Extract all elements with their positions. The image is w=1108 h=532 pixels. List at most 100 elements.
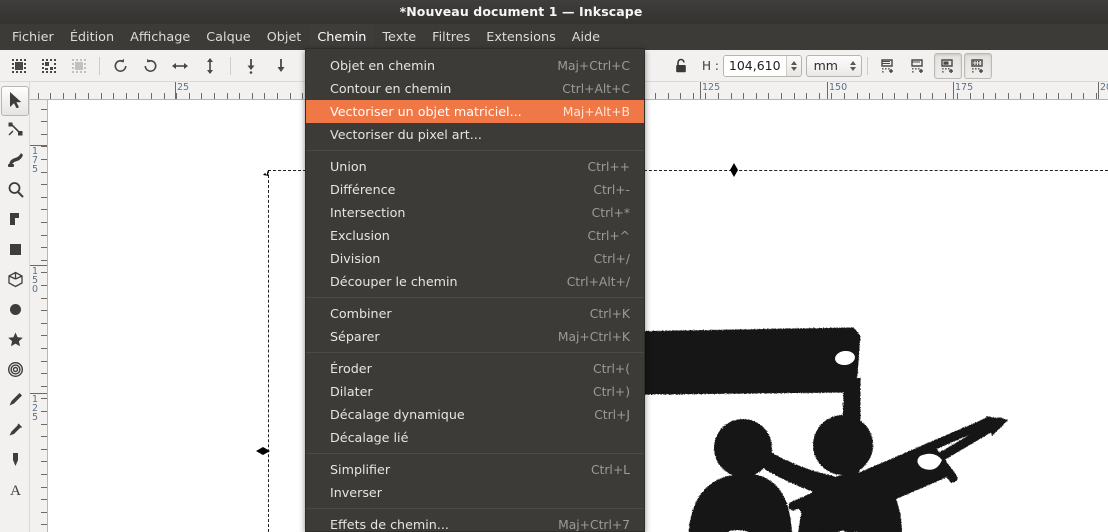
ruler-tick: [226, 93, 228, 99]
tool-bezier[interactable]: [1, 416, 29, 446]
height-value[interactable]: 104,610: [723, 55, 786, 76]
ruler-tick: [188, 93, 190, 99]
menu-combiner[interactable]: Combiner Ctrl+K: [306, 302, 644, 325]
ruler-tick: [982, 93, 984, 99]
menu-separer[interactable]: Séparer Maj+Ctrl+K: [306, 325, 644, 348]
menu-decouper-le-chemin[interactable]: Découper le chemin Ctrl+Alt+/: [306, 270, 644, 293]
height-spin-arrows[interactable]: [785, 55, 801, 76]
menu-separator: [306, 508, 644, 509]
vertical-ruler[interactable]: 175 150 125: [30, 100, 48, 532]
ruler-tick: [793, 93, 795, 99]
menu-calque[interactable]: Calque: [198, 24, 258, 50]
menu-vectoriser-pixel-art[interactable]: Vectoriser du pixel art...: [306, 123, 644, 146]
affect-stroke-icon[interactable]: [904, 53, 932, 79]
menu-item-label: Union: [330, 159, 367, 174]
ruler-tick: [100, 93, 102, 99]
ruler-tick: [239, 93, 241, 99]
ruler-tick: [1020, 93, 1022, 99]
menu-decalage-lie[interactable]: Décalage lié: [306, 426, 644, 449]
rotate-ccw-icon[interactable]: [106, 53, 134, 79]
arrow-cursor-icon: [7, 91, 24, 112]
menu-effets-de-chemin[interactable]: Effets de chemin... Maj+Ctrl+7: [306, 513, 644, 532]
tool-pencil[interactable]: [1, 386, 29, 416]
ruler-tick: [667, 93, 669, 99]
rotate-cw-icon[interactable]: [136, 53, 164, 79]
tool-measure[interactable]: [1, 206, 29, 236]
ruler-tick: [692, 93, 694, 99]
height-stepper[interactable]: 104,610: [722, 54, 802, 77]
corner-arrow-handle[interactable]: [256, 163, 272, 182]
menu-simplifier[interactable]: Simplifier Ctrl+L: [306, 458, 644, 481]
tool-3dbox[interactable]: [1, 266, 29, 296]
menu-edition[interactable]: Édition: [62, 24, 122, 50]
tool-node-editor[interactable]: [1, 116, 29, 146]
ruler-tick: [37, 93, 39, 99]
menu-item-accelerator: Maj+Ctrl+K: [557, 329, 630, 344]
menu-item-accelerator: Ctrl+*: [591, 205, 630, 220]
menu-fichier[interactable]: Fichier: [4, 24, 62, 50]
menu-dilater[interactable]: Dilater Ctrl+): [306, 380, 644, 403]
menu-chemin[interactable]: Chemin: [309, 24, 375, 50]
select-all-icon[interactable]: [5, 53, 33, 79]
menu-eroder[interactable]: Éroder Ctrl+(: [306, 357, 644, 380]
affect-transform-icon[interactable]: [874, 53, 902, 79]
window-title: *Nouveau document 1 — Inkscape: [399, 4, 643, 19]
menu-division[interactable]: Division Ctrl+/: [306, 247, 644, 270]
menu-separator: [306, 297, 644, 298]
deselect-icon[interactable]: [65, 53, 93, 79]
flip-horizontal-icon[interactable]: [166, 53, 194, 79]
menu-item-accelerator: Ctrl+/: [593, 251, 630, 266]
tool-zoom[interactable]: [1, 176, 29, 206]
menu-affichage[interactable]: Affichage: [122, 24, 198, 50]
ruler-tick: [1007, 93, 1009, 99]
menu-aide[interactable]: Aide: [564, 24, 608, 50]
menu-texte[interactable]: Texte: [374, 24, 424, 50]
menu-item-label: Effets de chemin...: [330, 517, 449, 532]
ruler-tick: [41, 184, 47, 186]
menu-objet-en-chemin[interactable]: Objet en chemin Maj+Ctrl+C: [306, 54, 644, 77]
lock-ratio-icon[interactable]: [667, 53, 695, 79]
menu-item-label: Vectoriser un objet matriciel...: [330, 104, 522, 119]
menu-decalage-dynamique[interactable]: Décalage dynamique Ctrl+J: [306, 403, 644, 426]
left-horizontal-arrow-handle[interactable]: [255, 444, 272, 461]
ruler-tick: [41, 234, 47, 236]
tool-ellipse[interactable]: [1, 296, 29, 326]
tool-calligraphy[interactable]: [1, 446, 29, 476]
menu-union[interactable]: Union Ctrl++: [306, 155, 644, 178]
ruler-tick: [970, 93, 971, 99]
ruler-tick: [768, 93, 770, 99]
menu-item-label: Simplifier: [330, 462, 391, 477]
menu-intersection[interactable]: Intersection Ctrl+*: [306, 201, 644, 224]
tool-tweak[interactable]: [1, 146, 29, 176]
menu-vectoriser-objet-matriciel[interactable]: Vectoriser un objet matriciel... Maj+Alt+…: [306, 100, 644, 123]
tool-selector[interactable]: [1, 86, 29, 116]
menu-contour-en-chemin[interactable]: Contour en chemin Ctrl+Alt+C: [306, 77, 644, 100]
unit-select[interactable]: mm: [805, 54, 862, 77]
lower-one-step-icon[interactable]: [267, 53, 295, 79]
menu-exclusion[interactable]: Exclusion Ctrl+^: [306, 224, 644, 247]
menu-inverser[interactable]: Inverser: [306, 481, 644, 504]
menu-item-accelerator: Ctrl++: [587, 159, 631, 174]
menu-bar: Fichier Édition Affichage Calque Objet Chemin…: [0, 24, 1108, 50]
menu-extensions[interactable]: Extensions: [478, 24, 564, 50]
affect-gradient-icon[interactable]: [933, 52, 962, 79]
ruler-tick: [41, 348, 47, 349]
ruler-tick: [264, 93, 266, 99]
unit-spin-arrows[interactable]: [845, 56, 861, 76]
tool-rectangle[interactable]: [1, 236, 29, 266]
menu-difference[interactable]: Différence Ctrl+-: [306, 178, 644, 201]
menu-objet[interactable]: Objet: [259, 24, 310, 50]
flip-vertical-icon[interactable]: [196, 53, 224, 79]
top-vertical-arrow-handle[interactable]: [727, 162, 741, 181]
tool-star[interactable]: [1, 326, 29, 356]
menu-filtres[interactable]: Filtres: [424, 24, 478, 50]
tool-spiral[interactable]: [1, 356, 29, 386]
menu-item-accelerator: Ctrl+(: [593, 361, 630, 376]
unit-value[interactable]: mm: [807, 56, 845, 76]
select-all-layers-icon[interactable]: [35, 53, 63, 79]
lower-to-bottom-icon[interactable]: [237, 53, 265, 79]
tool-text[interactable]: A: [1, 476, 29, 506]
affect-pattern-icon[interactable]: [963, 52, 992, 79]
ruler-tick: [1033, 93, 1034, 99]
ruler-label: 125: [702, 82, 721, 93]
